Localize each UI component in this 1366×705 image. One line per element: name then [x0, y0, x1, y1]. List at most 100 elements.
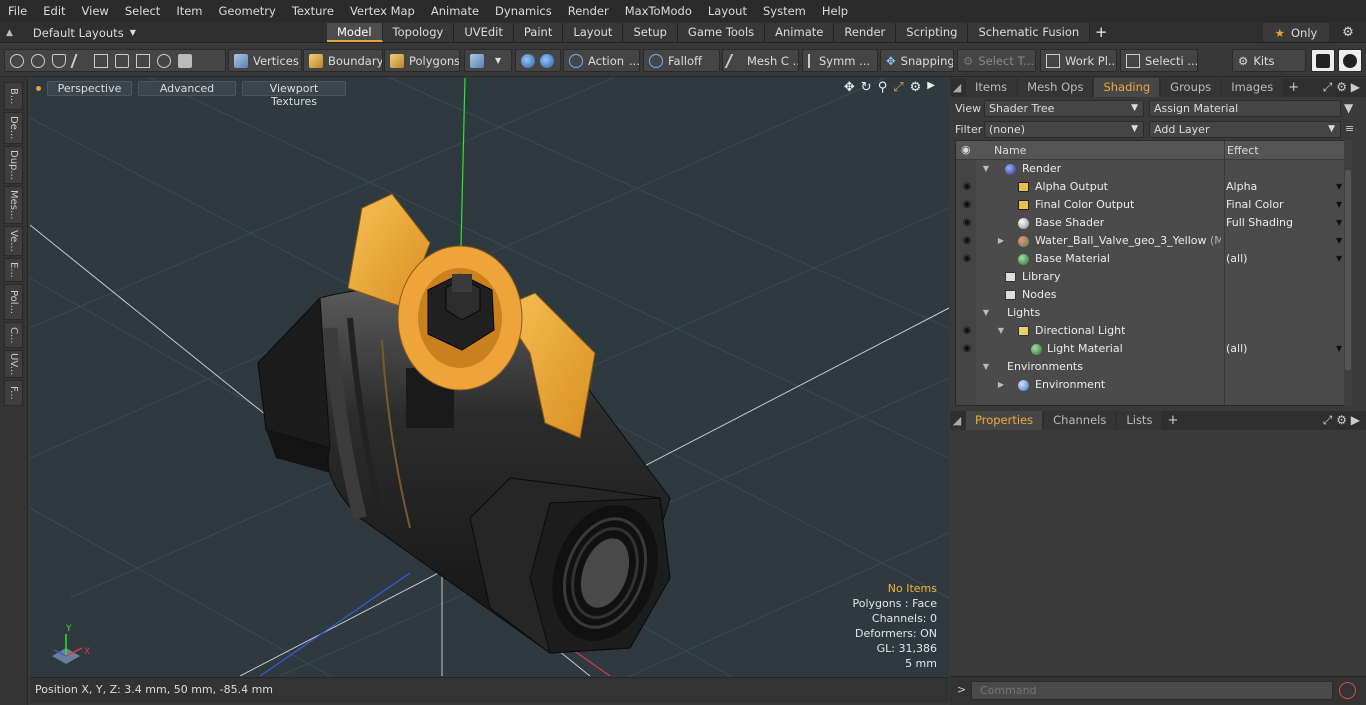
expand-icon[interactable]: ▼ — [981, 160, 991, 178]
globe-icon[interactable] — [31, 53, 45, 68]
viewport-gear-icon[interactable]: ⚙ — [910, 80, 922, 95]
eye-icon[interactable]: ◉ — [961, 250, 973, 268]
menu-layout[interactable]: Layout — [700, 0, 755, 22]
tab-layout[interactable]: Layout — [563, 23, 624, 42]
item-mode-icon[interactable] — [178, 53, 192, 68]
tab-shading[interactable]: Shading — [1094, 78, 1160, 97]
filter-dropdown[interactable]: (none) ▼ — [984, 121, 1144, 138]
eye-icon[interactable]: ◉ — [961, 340, 973, 358]
tree-row-lights[interactable]: ▼ Lights — [956, 304, 1347, 322]
viewport-textures-button[interactable]: Viewport Textures — [242, 80, 346, 108]
material-mode-button[interactable]: ▼ — [464, 49, 512, 72]
tree-row-render[interactable]: ▼ Render — [956, 160, 1347, 178]
expand-icon[interactable]: ▼ — [981, 358, 991, 376]
mesh-constraint-button[interactable]: Mesh C ... — [722, 49, 799, 72]
tab-properties[interactable]: Properties — [966, 411, 1043, 430]
scrollbar-thumb[interactable] — [1345, 170, 1351, 370]
chevron-down-icon[interactable]: ▼ — [1336, 214, 1342, 232]
tree-row-valve-material[interactable]: ◉ ▶ Water_Ball_Valve_geo_3_Yellow (Ma...… — [956, 232, 1347, 250]
assign-material-dropdown[interactable]: Assign Material — [1149, 100, 1341, 117]
tab-lists[interactable]: Lists — [1117, 411, 1162, 430]
strip-tab-basic[interactable]: B... — [4, 82, 23, 110]
zoom-view-icon[interactable]: ⚲ — [878, 80, 888, 95]
effect-column-header[interactable]: Effect — [1227, 144, 1259, 157]
expand-icon[interactable]: ▶ — [996, 232, 1006, 250]
gear-icon[interactable]: ⚙ — [1336, 23, 1360, 42]
add-panel-tab-button[interactable]: + — [1282, 80, 1305, 95]
tab-setup[interactable]: Setup — [623, 23, 678, 42]
strip-tab-edge[interactable]: E... — [4, 258, 23, 282]
menu-system[interactable]: System — [755, 0, 814, 22]
boundary-button[interactable]: Boundary — [303, 49, 383, 72]
tab-channels[interactable]: Channels — [1044, 411, 1116, 430]
tab-images[interactable]: Images — [1222, 78, 1283, 97]
tree-row-nodes[interactable]: Nodes — [956, 286, 1347, 304]
eye-icon[interactable]: ◉ — [961, 178, 973, 196]
vertices-button[interactable]: Vertices — [228, 49, 302, 72]
viewport-menu-icon[interactable]: ▶ — [927, 80, 935, 95]
chevron-down-icon[interactable]: ▼ — [1336, 340, 1342, 358]
tab-mesh-ops[interactable]: Mesh Ops — [1018, 78, 1093, 97]
unreal-icon[interactable] — [1338, 49, 1362, 72]
pivot-icon[interactable] — [136, 53, 150, 68]
eye-icon[interactable]: ◉ — [961, 214, 973, 232]
tree-row-base-shader[interactable]: ◉ Base Shader Full Shading ▼ — [956, 214, 1347, 232]
center-icon[interactable] — [115, 53, 129, 68]
strip-tab-mesh-edit[interactable]: Mes... — [4, 186, 23, 224]
menu-file[interactable]: File — [0, 0, 35, 22]
tree-row-alpha-output[interactable]: ◉ Alpha Output Alpha ▼ — [956, 178, 1347, 196]
menu-geometry[interactable]: Geometry — [211, 0, 284, 22]
menu-dynamics[interactable]: Dynamics — [487, 0, 560, 22]
list-options-icon[interactable]: ≡ — [1345, 122, 1354, 135]
panel-expand-gear-icon[interactable]: ⤢ ⚙ ▶ — [1323, 78, 1360, 97]
menu-animate[interactable]: Animate — [423, 0, 487, 22]
snapping-button[interactable]: ✥ Snapping — [880, 49, 954, 72]
polygons-button[interactable]: Polygons — [384, 49, 460, 72]
chevron-down-icon[interactable]: ▼ — [1336, 250, 1342, 268]
add-layer-dropdown[interactable]: Add Layer ▼ — [1149, 121, 1341, 138]
chevron-down-icon[interactable]: ▼ — [1336, 178, 1342, 196]
tab-items[interactable]: Items — [966, 78, 1017, 97]
chevron-down-icon[interactable]: ▼ — [1336, 232, 1342, 250]
menu-select[interactable]: Select — [117, 0, 168, 22]
tab-animate[interactable]: Animate — [765, 23, 835, 42]
unity-icon[interactable] — [1311, 49, 1335, 72]
only-button[interactable]: ★ Only — [1263, 23, 1329, 42]
tab-render[interactable]: Render — [834, 23, 897, 42]
advanced-button[interactable]: Advanced — [138, 80, 236, 96]
panel-menu-icon[interactable]: ◢ — [950, 81, 964, 94]
tab-game-tools[interactable]: Game Tools — [677, 23, 766, 42]
select-through-button[interactable]: ⚙ Select T... — [957, 49, 1036, 72]
3d-viewport[interactable]: Y X Perspective Advanced Viewport Textur… — [30, 78, 949, 676]
filter-funnel-icon[interactable]: ▼ — [1344, 101, 1353, 115]
rotate-view-icon[interactable]: ↻ — [861, 80, 872, 95]
paint-select-icon[interactable] — [70, 53, 90, 68]
tab-scripting[interactable]: Scripting — [896, 23, 969, 42]
menu-view[interactable]: View — [74, 0, 117, 22]
tab-uvedit[interactable]: UVEdit — [454, 23, 514, 42]
eye-icon[interactable]: ◉ — [961, 232, 973, 250]
expand-icon[interactable]: ▼ — [996, 322, 1006, 340]
lasso-icon[interactable] — [52, 53, 66, 68]
menu-item[interactable]: Item — [168, 0, 210, 22]
name-column-header[interactable]: Name — [994, 144, 1026, 157]
perspective-button[interactable]: Perspective — [47, 80, 132, 96]
tree-row-library[interactable]: Library — [956, 268, 1347, 286]
tree-row-final-color-output[interactable]: ◉ Final Color Output Final Color ▼ — [956, 196, 1347, 214]
tree-row-light-material[interactable]: ◉ Light Material (all) ▼ — [956, 340, 1347, 358]
add-tab-button[interactable]: + — [1090, 23, 1112, 42]
menu-edit[interactable]: Edit — [35, 0, 73, 22]
action-button[interactable]: Action ... — [563, 49, 640, 72]
symmetry-button[interactable]: Symm ... — [802, 49, 878, 72]
menu-texture[interactable]: Texture — [284, 0, 342, 22]
panel-expand-gear-icon[interactable]: ⤢ ⚙ ▶ — [1323, 411, 1360, 430]
menu-render[interactable]: Render — [560, 0, 617, 22]
tab-model[interactable]: Model — [327, 23, 383, 42]
menu-vertex-map[interactable]: Vertex Map — [342, 0, 423, 22]
tab-topology[interactable]: Topology — [382, 23, 455, 42]
menu-help[interactable]: Help — [814, 0, 856, 22]
strip-tab-deform[interactable]: De... — [4, 112, 23, 144]
kits-button[interactable]: ⚙ Kits — [1232, 49, 1306, 72]
expand-icon[interactable]: ▼ — [981, 304, 991, 322]
eye-icon[interactable]: ◉ — [961, 196, 973, 214]
